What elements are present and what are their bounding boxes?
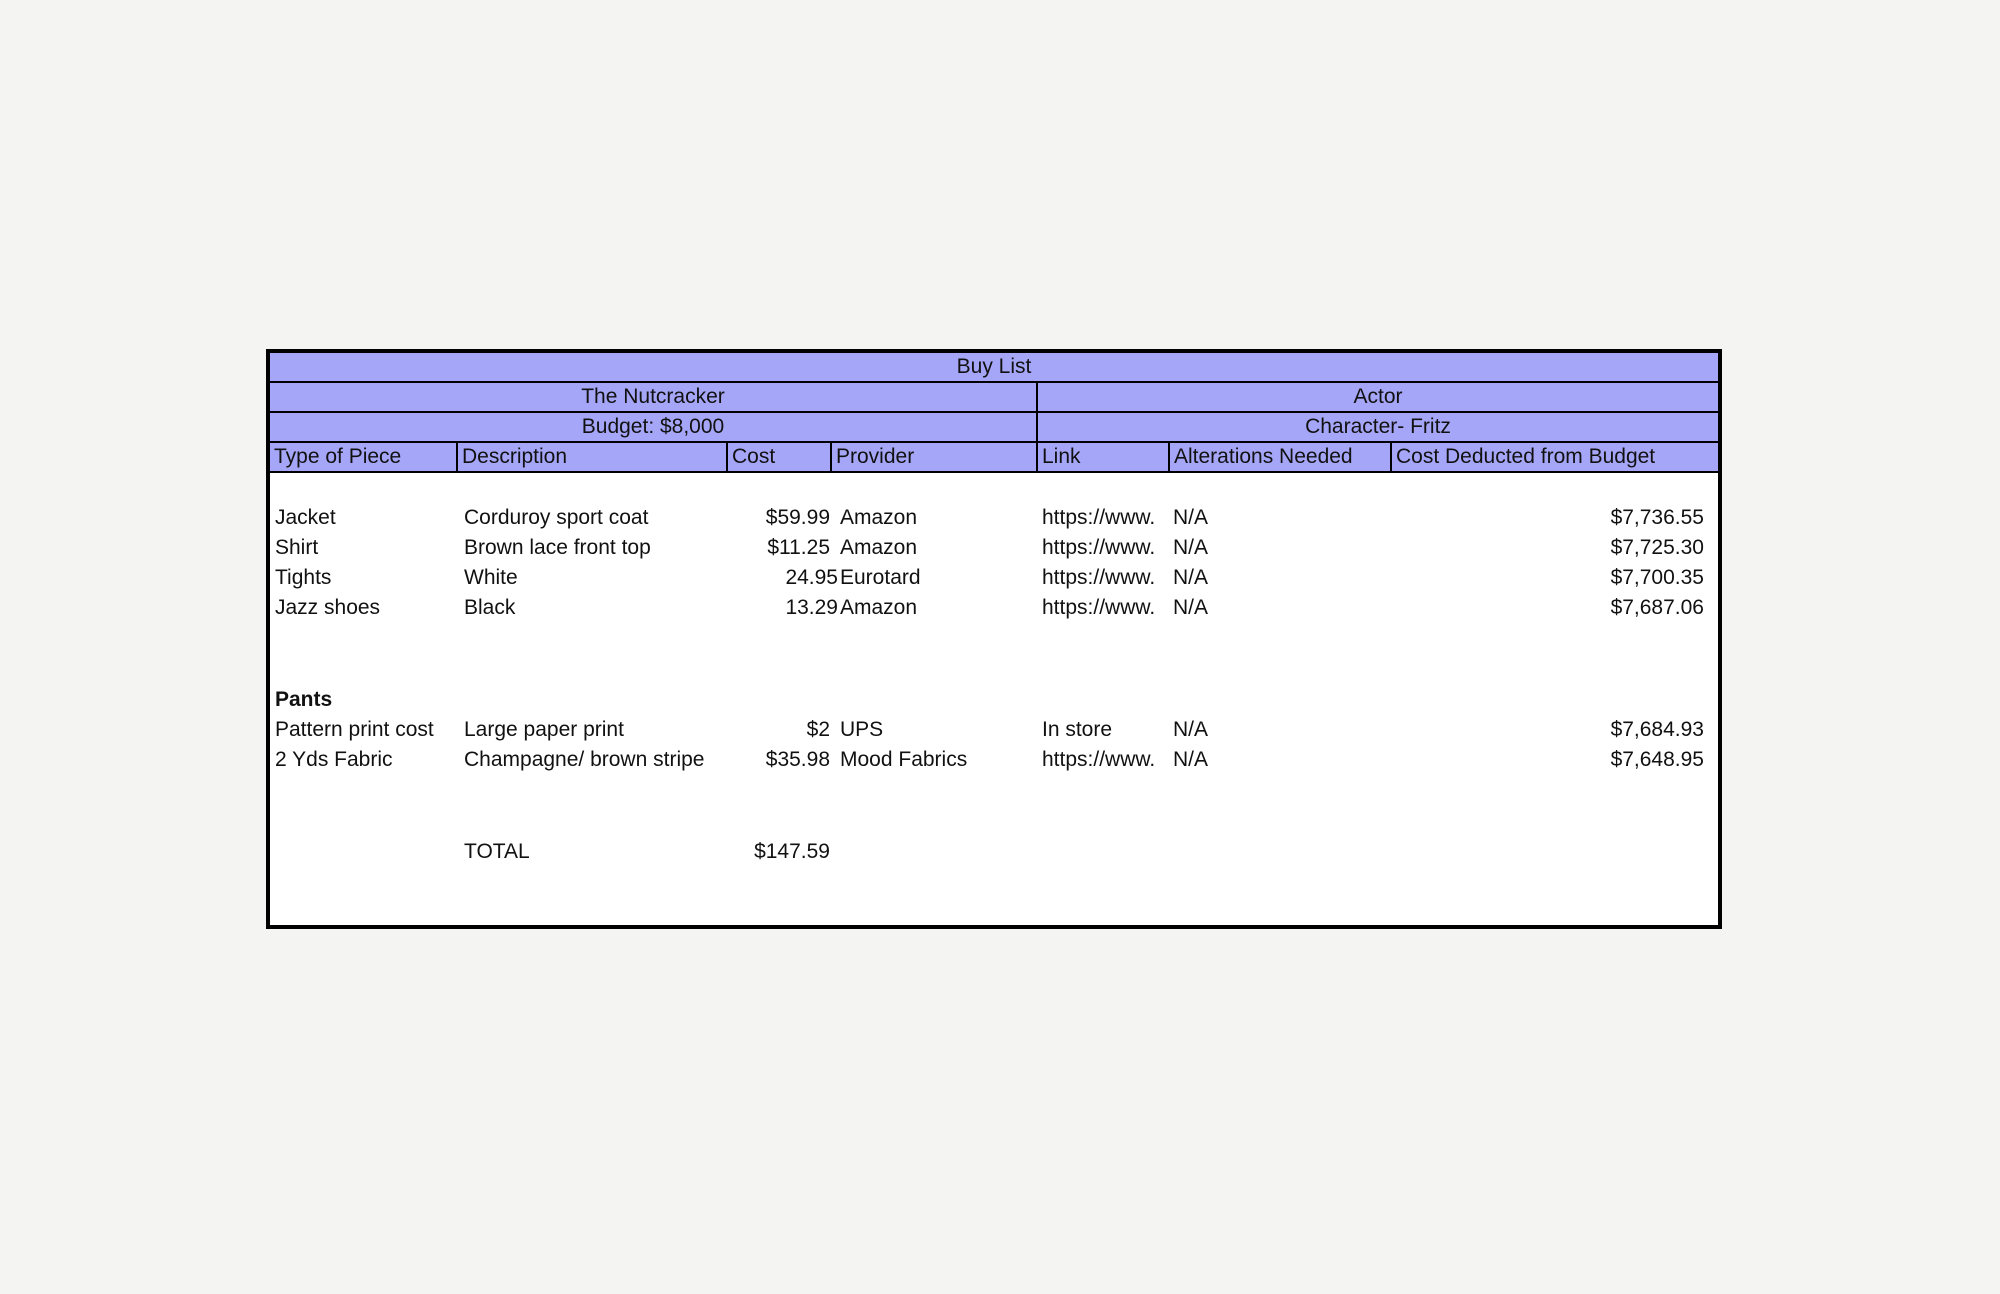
item-provider[interactable]: Eurotard: [840, 563, 1036, 593]
item-provider[interactable]: UPS: [840, 715, 1036, 745]
table-row: Pattern print cost Large paper print $2 …: [270, 715, 1718, 745]
character-label[interactable]: Character- Fritz: [1036, 413, 1718, 441]
item-remaining[interactable]: $7,700.35: [1390, 563, 1704, 593]
title-row: Buy List: [270, 353, 1718, 383]
item-alterations[interactable]: N/A: [1173, 563, 1373, 593]
item-provider[interactable]: Amazon: [840, 503, 1036, 533]
item-alterations[interactable]: N/A: [1173, 745, 1373, 775]
item-remaining[interactable]: $7,736.55: [1390, 503, 1704, 533]
item-remaining[interactable]: $7,687.06: [1390, 593, 1704, 623]
col-header-description[interactable]: Description: [456, 443, 726, 471]
col-header-link[interactable]: Link: [1036, 443, 1168, 471]
item-alterations[interactable]: N/A: [1173, 503, 1373, 533]
item-remaining[interactable]: $7,648.95: [1390, 745, 1704, 775]
item-type[interactable]: Jacket: [275, 503, 455, 533]
item-cost[interactable]: 13.29: [726, 593, 838, 623]
item-provider[interactable]: Amazon: [840, 593, 1036, 623]
item-type[interactable]: Jazz shoes: [275, 593, 455, 623]
budget-row: Budget: $8,000 Character- Fritz: [270, 413, 1718, 443]
sheet-title[interactable]: Buy List: [270, 353, 1718, 381]
item-description[interactable]: Large paper print: [464, 715, 726, 745]
item-link[interactable]: In store: [1042, 715, 1168, 745]
item-description[interactable]: Champagne/ brown stripe: [464, 745, 726, 775]
item-type[interactable]: Tights: [275, 563, 455, 593]
col-header-type[interactable]: Type of Piece: [270, 443, 456, 471]
item-link[interactable]: https://www.: [1042, 745, 1168, 775]
item-link[interactable]: https://www.: [1042, 533, 1168, 563]
item-cost[interactable]: $2: [726, 715, 830, 745]
actor-label[interactable]: Actor: [1036, 383, 1718, 411]
section-row: Pants: [270, 685, 1718, 715]
total-value[interactable]: $147.59: [726, 837, 830, 867]
column-header-row: Type of Piece Description Cost Provider …: [270, 443, 1718, 473]
item-link[interactable]: https://www.: [1042, 593, 1168, 623]
item-cost[interactable]: $59.99: [726, 503, 830, 533]
item-description[interactable]: Black: [464, 593, 726, 623]
table-row: Shirt Brown lace front top $11.25 Amazon…: [270, 533, 1718, 563]
col-header-provider[interactable]: Provider: [830, 443, 1036, 471]
budget-label[interactable]: Budget: $8,000: [270, 413, 1036, 441]
item-type[interactable]: 2 Yds Fabric: [275, 745, 459, 775]
item-cost[interactable]: 24.95: [726, 563, 838, 593]
item-alterations[interactable]: N/A: [1173, 593, 1373, 623]
show-name[interactable]: The Nutcracker: [270, 383, 1036, 411]
item-link[interactable]: https://www.: [1042, 563, 1168, 593]
col-header-remaining[interactable]: Cost Deducted from Budget: [1390, 443, 1718, 471]
item-type[interactable]: Pattern print cost: [275, 715, 459, 745]
item-alterations[interactable]: N/A: [1173, 533, 1373, 563]
table-row: 2 Yds Fabric Champagne/ brown stripe $35…: [270, 745, 1718, 775]
item-remaining[interactable]: $7,725.30: [1390, 533, 1704, 563]
item-description[interactable]: Brown lace front top: [464, 533, 726, 563]
section-label[interactable]: Pants: [275, 685, 455, 715]
item-remaining[interactable]: $7,684.93: [1390, 715, 1704, 745]
total-label[interactable]: TOTAL: [464, 837, 726, 867]
col-header-cost[interactable]: Cost: [726, 443, 830, 471]
show-row: The Nutcracker Actor: [270, 383, 1718, 413]
item-type[interactable]: Shirt: [275, 533, 455, 563]
col-header-alterations[interactable]: Alterations Needed: [1168, 443, 1390, 471]
table-row: Jazz shoes Black 13.29 Amazon https://ww…: [270, 593, 1718, 623]
item-description[interactable]: Corduroy sport coat: [464, 503, 726, 533]
item-cost[interactable]: $35.98: [726, 745, 830, 775]
total-row: TOTAL $147.59: [270, 837, 1718, 867]
item-alterations[interactable]: N/A: [1173, 715, 1373, 745]
item-description[interactable]: White: [464, 563, 726, 593]
item-provider[interactable]: Amazon: [840, 533, 1036, 563]
buy-list-sheet: Buy List The Nutcracker Actor Budget: $8…: [266, 349, 1722, 929]
item-link[interactable]: https://www.: [1042, 503, 1168, 533]
table-row: Tights White 24.95 Eurotard https://www.…: [270, 563, 1718, 593]
item-provider[interactable]: Mood Fabrics: [840, 745, 1036, 775]
item-cost[interactable]: $11.25: [726, 533, 830, 563]
table-row: Jacket Corduroy sport coat $59.99 Amazon…: [270, 503, 1718, 533]
